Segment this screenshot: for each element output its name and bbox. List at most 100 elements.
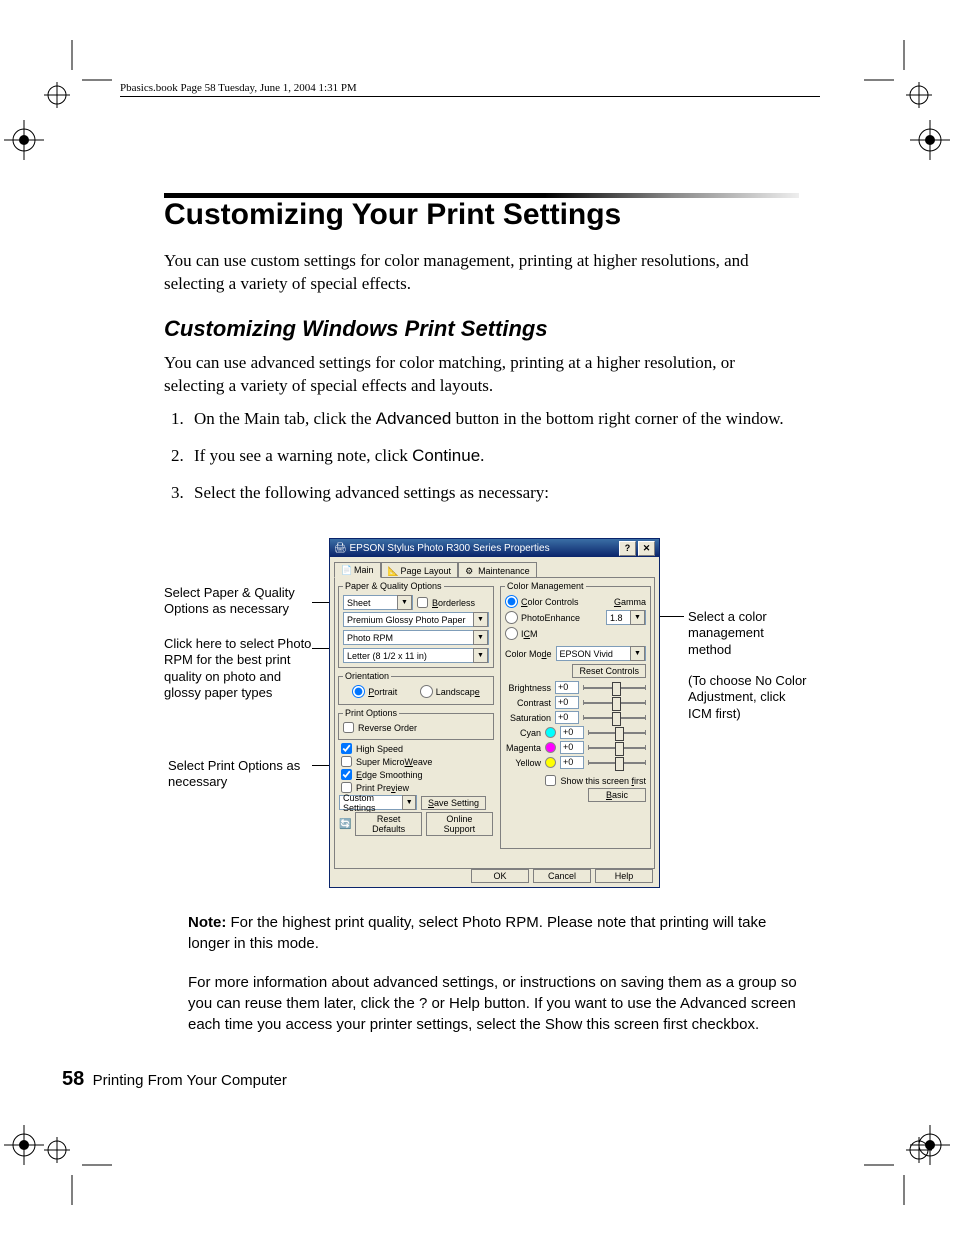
basic-button[interactable]: Basic	[588, 788, 646, 802]
orientation-legend: Orientation	[343, 671, 391, 681]
magenta-swatch-icon	[545, 742, 556, 753]
print-preview-check[interactable]: Print Preview	[341, 782, 491, 793]
online-support-button[interactable]: Online Support	[426, 812, 493, 836]
chevron-down-icon: ▼	[630, 610, 645, 625]
borderless-check[interactable]: BBorderlessorderless	[417, 597, 475, 608]
register-mark-icon	[900, 110, 954, 170]
save-setting-button[interactable]: Save Setting	[421, 796, 486, 810]
contrast-label: Contrast	[505, 698, 551, 708]
reverse-order-check[interactable]: Reverse Order	[343, 722, 489, 733]
maintenance-tab-icon: ⚙	[465, 566, 475, 576]
icm-radio[interactable]: ICM	[505, 627, 646, 640]
paper-size-select[interactable]: Letter (8 1/2 x 11 in)▼	[343, 648, 489, 663]
brightness-label: Brightness	[505, 683, 551, 693]
saturation-value[interactable]: +0	[555, 711, 579, 724]
annotation-line	[658, 616, 684, 617]
chevron-down-icon: ▼	[402, 795, 416, 810]
tab-main[interactable]: 📄Main	[334, 562, 381, 578]
page-footer: 58 Printing From Your Computer	[62, 1068, 287, 1091]
running-header: Pbasics.book Page 58 Tuesday, June 1, 20…	[120, 82, 357, 94]
annotation-icm: (To choose No Color Adjustment, click IC…	[688, 673, 808, 722]
dialog-title: EPSON Stylus Photo R300 Series Propertie…	[349, 543, 549, 554]
register-mark-icon	[0, 1115, 54, 1175]
chevron-down-icon: ▼	[473, 630, 488, 645]
saturation-slider[interactable]	[583, 712, 646, 724]
color-mode-select[interactable]: EPSON Vivid▼	[556, 646, 646, 661]
orientation-group: Orientation Portrait Landscape	[338, 671, 494, 705]
annotation-paper-quality: Select Paper & Quality Options as necess…	[164, 585, 314, 618]
paper-quality-legend: Paper & Quality Options	[343, 581, 444, 591]
paper-source-select[interactable]: Sheet▼	[343, 595, 413, 610]
cyan-value[interactable]: +0	[560, 726, 584, 739]
magenta-value[interactable]: +0	[560, 741, 584, 754]
printer-icon: 🖨	[334, 543, 347, 554]
chevron-down-icon: ▼	[473, 648, 488, 663]
reset-icon: 🔄	[339, 819, 351, 830]
register-mark-icon	[900, 1115, 954, 1175]
reset-controls-button[interactable]: Reset Controls	[572, 664, 646, 678]
gamma-select[interactable]: 1.8▼	[606, 610, 646, 625]
ok-button[interactable]: OK	[471, 869, 529, 883]
dialog-tabs: 📄Main 📐Page Layout ⚙Maintenance	[330, 557, 659, 577]
page-heading: Customizing Your Print Settings	[164, 198, 621, 232]
annotation-photo-rpm: Click here to select Photo RPM for the b…	[164, 636, 314, 701]
crop-mark-icon	[864, 40, 944, 120]
main-tab-icon: 📄	[341, 565, 351, 575]
step-1: On the Main tab, click the Advanced butt…	[188, 408, 799, 431]
help-titlebar-button[interactable]: ?	[619, 541, 636, 556]
note-2: For more information about advanced sett…	[188, 972, 798, 1035]
quality-select[interactable]: Photo RPM▼	[343, 630, 489, 645]
saturation-label: Saturation	[505, 713, 551, 723]
cyan-swatch-icon	[545, 727, 556, 738]
help-button[interactable]: Help	[595, 869, 653, 883]
sub-intro-text: You can use advanced settings for color …	[164, 352, 799, 398]
paper-type-select[interactable]: Premium Glossy Photo Paper▼	[343, 612, 489, 627]
cancel-button[interactable]: Cancel	[533, 869, 591, 883]
custom-settings-select[interactable]: Custom Settings▼	[339, 795, 417, 810]
landscape-radio[interactable]: Landscape	[420, 685, 480, 698]
yellow-label: Yellow	[505, 758, 541, 768]
chevron-down-icon: ▼	[630, 646, 645, 661]
yellow-slider[interactable]	[588, 757, 646, 769]
page-number: 58	[62, 1068, 84, 1090]
magenta-slider[interactable]	[588, 742, 646, 754]
cyan-slider[interactable]	[588, 727, 646, 739]
portrait-radio[interactable]: Portrait	[352, 685, 397, 698]
chevron-down-icon: ▼	[473, 612, 488, 627]
note-1: Note: For the highest print quality, sel…	[188, 912, 798, 954]
photoenhance-radio[interactable]: PhotoEnhance	[505, 611, 580, 624]
close-titlebar-button[interactable]: ✕	[638, 541, 655, 556]
layout-tab-icon: 📐	[388, 566, 398, 576]
tab-page-layout[interactable]: 📐Page Layout	[381, 562, 459, 578]
properties-dialog: 🖨 EPSON Stylus Photo R300 Series Propert…	[329, 538, 660, 888]
subheading: Customizing Windows Print Settings	[164, 316, 548, 342]
annotation-color-mgmt: Select a color management method	[688, 609, 808, 658]
chevron-down-icon: ▼	[397, 595, 412, 610]
step-2: If you see a warning note, click Continu…	[188, 445, 799, 468]
show-first-check[interactable]: Show this screen first	[505, 775, 646, 786]
brightness-slider[interactable]	[583, 682, 646, 694]
paper-quality-group: Paper & Quality Options Sheet▼ BBorderle…	[338, 581, 494, 668]
microweave-check[interactable]: Super MicroWeave	[341, 756, 491, 767]
magenta-label: Magenta	[505, 743, 541, 753]
register-mark-icon	[0, 110, 54, 170]
print-options-group: Print Options Reverse Order	[338, 708, 494, 740]
yellow-value[interactable]: +0	[560, 756, 584, 769]
tab-maintenance[interactable]: ⚙Maintenance	[458, 562, 537, 578]
contrast-slider[interactable]	[583, 697, 646, 709]
yellow-swatch-icon	[545, 757, 556, 768]
dialog-titlebar: 🖨 EPSON Stylus Photo R300 Series Propert…	[330, 539, 659, 557]
brightness-value[interactable]: +0	[555, 681, 579, 694]
reset-defaults-button[interactable]: Reset Defaults	[355, 812, 421, 836]
footer-section: Printing From Your Computer	[93, 1072, 287, 1089]
high-speed-check[interactable]: High Speed	[341, 743, 491, 754]
print-options-legend: Print Options	[343, 708, 399, 718]
steps-list: On the Main tab, click the Advanced butt…	[164, 408, 799, 519]
contrast-value[interactable]: +0	[555, 696, 579, 709]
color-controls-radio[interactable]: Color Controls	[505, 595, 579, 608]
edge-smoothing-check[interactable]: Edge Smoothing	[341, 769, 491, 780]
color-management-legend: Color Management	[505, 581, 586, 591]
crop-mark-icon	[32, 40, 112, 120]
color-management-group: Color Management Color Controls Gamma Ph…	[500, 581, 651, 849]
cyan-label: Cyan	[505, 728, 541, 738]
